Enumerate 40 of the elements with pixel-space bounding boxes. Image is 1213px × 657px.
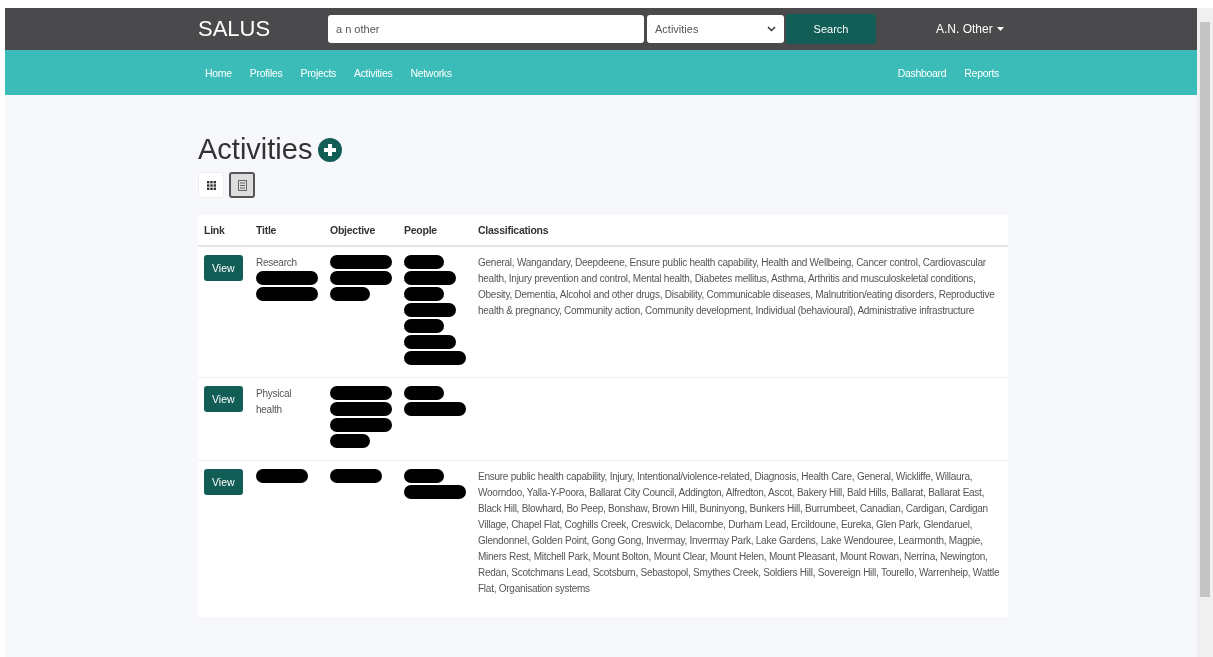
page-title: Activities — [198, 133, 313, 166]
table-cell-text: Research — [256, 256, 298, 270]
redaction-mark — [330, 434, 370, 448]
view-button[interactable]: View — [204, 469, 243, 495]
view-button[interactable]: View — [204, 255, 243, 281]
redaction-mark — [404, 335, 456, 349]
column-header: Classifications — [472, 215, 1008, 246]
table-cell: Ensure public health capability, Injury, Intentional/violence-related, Diagnosis, Health Care, General, Wickliffe, Willaura, Woorndoo, Yalla-Y-Poora, Ballarat City Council, Addington, Alfredton, Ascot, Bakery Hill, Bald Hills, Ballarat, Ballarat East, Black Hill, Blowhard, Bo Peep, Bonshaw, Brown Hill, Buninyong, Bunkers Hill, Burrumbeet, Canadian, Cardigan, Cardigan Village, Chapel Flat, Coghills Creek, Creswick, Delacombe, Durham Lead, Ercildoune, Eureka, Glen Park, Glendaruel, Glendonnel, Golden Point, Gong Gong, Invermay, Invermay Park, Lake Gardens, Lake Wendouree, Learmonth, Magpie, Miners Rest, Mitchell Park, Mount Bolton, Mount Clear, Mount Helen, Mount Pleasant, Mount Rowan, Nerrina, Newington, Redan, Scotchmans Lead, Scotsburn, Sebastopol, Smythes Creek, Soldiers Hill, Sovereign Hill, Tourello, Warrenheip, Wattle Flat, Organisation systems — [478, 471, 1000, 594]
column-header: Objective — [324, 215, 398, 246]
redaction-mark — [404, 485, 466, 499]
redaction-mark — [404, 287, 444, 301]
chevron-icon — [767, 26, 776, 32]
redaction-mark — [404, 402, 466, 416]
scrollbar[interactable] — [1197, 8, 1213, 657]
column-header: Title — [250, 215, 324, 246]
search-button[interactable]: Search — [786, 14, 876, 44]
table-cell: General, Wangandary, Deepdeene, Ensure public health capability, Health and Wellbeing, Cancer control, Cardiovascular health, Injury prevention and control, Mental health, Diabetes mellitus, Asthma, Arthritis and musculoskeletal conditions, Obesity, Dementia, Alcohol and other drugs, Disability, Communicable diseases, Malnutrition/eating disorders, Reproductive health & pregnancy, Community action, Community development, Individual (behavioural), Administrative infrastructure — [478, 257, 995, 316]
table-cell-text: Physical health — [256, 387, 293, 417]
redaction-mark — [330, 271, 392, 285]
grid-icon — [206, 180, 216, 190]
caret-icon — [996, 27, 1004, 31]
grid-view-button[interactable] — [198, 172, 224, 198]
column-header: People — [398, 215, 472, 246]
logo[interactable]: SALUS — [198, 16, 328, 42]
add-icon[interactable] — [318, 137, 343, 162]
redaction-mark — [404, 303, 456, 317]
view-button[interactable]: View — [204, 386, 243, 412]
column-header: Link — [198, 215, 250, 246]
redaction-mark — [330, 402, 392, 416]
list-icon — [237, 179, 247, 191]
search-field[interactable]: a n other — [328, 15, 644, 43]
category-select[interactable]: Activities — [647, 15, 784, 43]
redaction-mark — [404, 351, 466, 365]
redaction-mark — [256, 287, 318, 301]
redaction-mark — [404, 271, 456, 285]
list-view-button[interactable] — [229, 172, 255, 198]
redaction-mark — [404, 319, 444, 333]
redaction-mark — [330, 287, 370, 301]
redaction-mark — [330, 418, 392, 432]
user-menu[interactable]: A.N. Other — [936, 22, 993, 36]
